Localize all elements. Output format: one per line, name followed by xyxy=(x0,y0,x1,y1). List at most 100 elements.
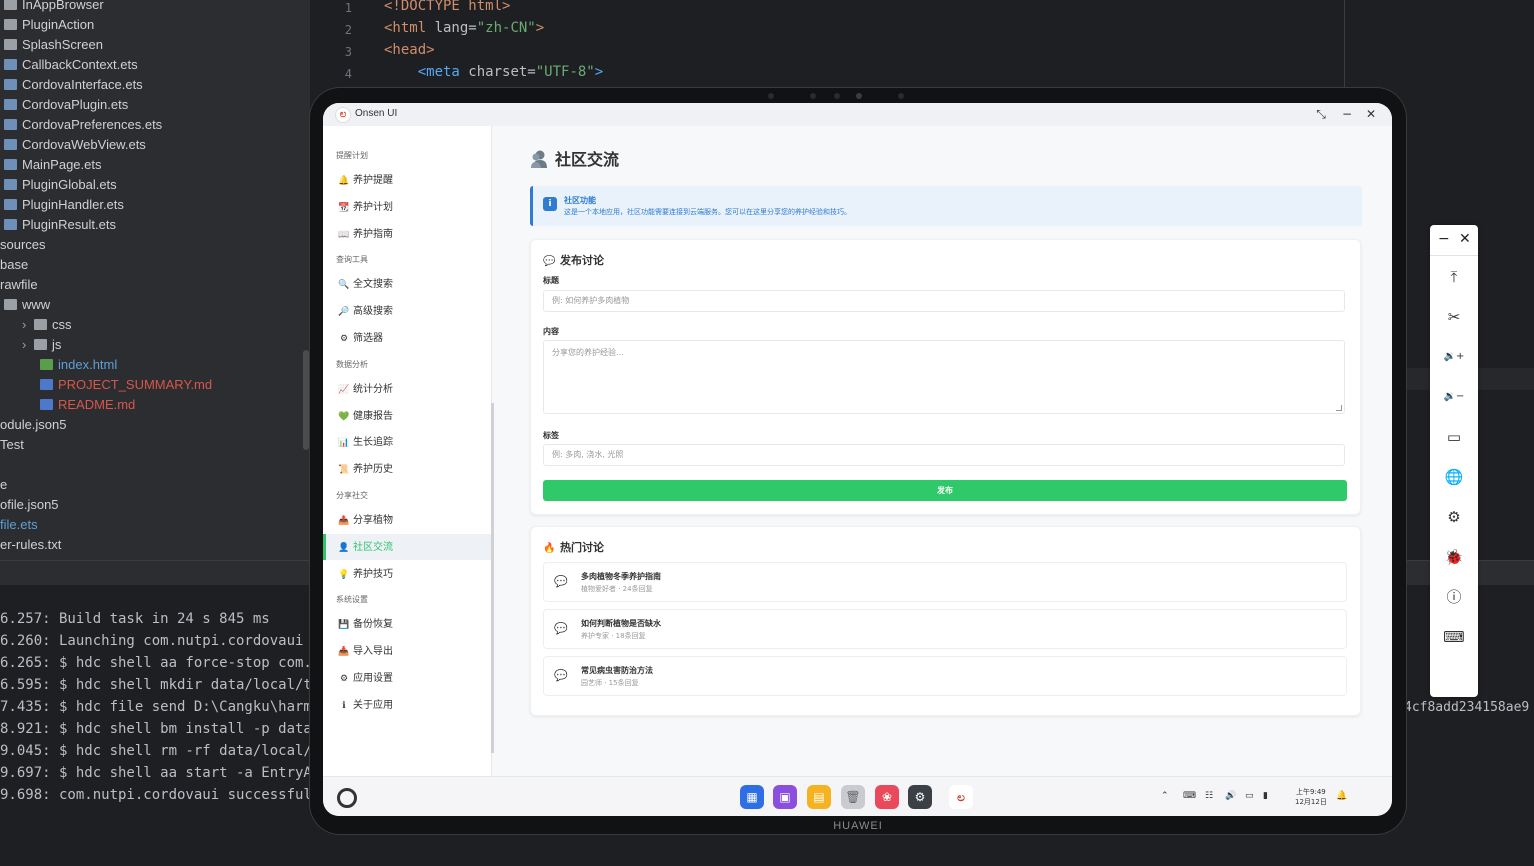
debug-icon[interactable]: 🐞 xyxy=(1442,545,1466,569)
tree-item[interactable]: CordovaWebView.ets xyxy=(4,135,146,155)
input-method-icon[interactable]: ⌨ xyxy=(1183,791,1196,801)
toolbar-close-button[interactable]: ✕ xyxy=(1459,231,1471,247)
sidebar-item[interactable]: 📊 生长追踪 xyxy=(323,429,491,455)
project-tree-scrollbar[interactable] xyxy=(303,350,309,450)
tree-item[interactable]: SplashScreen xyxy=(4,35,103,55)
notes-icon[interactable]: ▤ xyxy=(807,785,831,809)
discussion-item[interactable]: 💬 多肉植物冬季养护指南 植物爱好者 · 24条回复 xyxy=(543,562,1347,602)
tree-item[interactable]: sources xyxy=(0,235,46,255)
tree-item[interactable]: rawfile xyxy=(0,275,38,295)
publish-button[interactable]: 发布 xyxy=(543,480,1347,501)
code-line[interactable]: <!DOCTYPE html> xyxy=(384,0,510,14)
close-button[interactable]: ✕ xyxy=(1363,106,1379,122)
chevron-right-icon[interactable]: › xyxy=(22,335,34,355)
tree-item[interactable]: README.md xyxy=(40,395,135,415)
speech-bubble-icon: 💬 xyxy=(543,256,556,267)
display-icon[interactable]: ▭ xyxy=(1245,791,1254,801)
sidebar-item[interactable]: ℹ 关于应用 xyxy=(323,692,491,718)
sidebar-item[interactable]: 📥 导入导出 xyxy=(323,638,491,664)
sidebar-scrollbar[interactable] xyxy=(491,403,494,753)
tree-item[interactable]: www xyxy=(4,295,50,315)
info-banner: i 社区功能 这是一个本地应用，社区功能需要连接到云端服务。您可以在这里分享您的… xyxy=(530,186,1362,226)
tree-item[interactable]: odule.json5 xyxy=(0,415,67,435)
app-logo-icon: ಲ xyxy=(335,107,351,123)
textarea-resize-handle[interactable] xyxy=(1336,405,1342,411)
tree-item[interactable]: MainPage.ets xyxy=(4,155,102,175)
tree-item-label: CordovaPreferences.ets xyxy=(22,117,163,132)
onsen-app-icon[interactable]: ಲ xyxy=(949,785,973,809)
sidebar-item[interactable]: 💡 养护技巧 xyxy=(323,561,491,587)
tree-item[interactable]: e xyxy=(0,475,7,495)
minimize-button[interactable]: − xyxy=(1339,106,1355,122)
sidebar-item[interactable]: ⚙ 筛选器 xyxy=(323,325,491,351)
code-line[interactable]: <html lang="zh-CN"> xyxy=(384,20,544,36)
app-grid-icon[interactable]: ▦ xyxy=(740,785,764,809)
tree-item[interactable]: PROJECT_SUMMARY.md xyxy=(40,375,212,395)
volume-up-icon[interactable]: 🔉+ xyxy=(1442,345,1466,369)
tree-item[interactable]: CordovaPlugin.ets xyxy=(4,95,128,115)
tags-input[interactable]: 例: 多肉, 浇水, 光照 xyxy=(543,444,1345,466)
info-icon[interactable]: ⓘ xyxy=(1442,585,1466,609)
tree-item[interactable]: file.ets xyxy=(0,515,38,535)
sidebar-item[interactable]: 🔔 养护提醒 xyxy=(323,167,491,193)
sidebar-item[interactable]: 🔍 全文搜索 xyxy=(323,271,491,297)
tree-item[interactable]: CordovaPreferences.ets xyxy=(4,115,162,135)
volume-down-icon[interactable]: 🔉− xyxy=(1442,385,1466,409)
tree-item[interactable]: ofile.json5 xyxy=(0,495,59,515)
tree-item[interactable]: PluginHandler.ets xyxy=(4,195,124,215)
tree-item[interactable]: PluginGlobal.ets xyxy=(4,175,117,195)
tree-item[interactable]: base xyxy=(0,255,28,275)
power-icon[interactable]: ▭ xyxy=(1442,425,1466,449)
discussion-item[interactable]: 💬 如何判断植物是否缺水 养护专家 · 18条回复 xyxy=(543,609,1347,649)
tree-item[interactable]: InAppBrowser xyxy=(4,0,104,15)
scroll-to-top-icon[interactable]: ⤒ xyxy=(1442,265,1466,289)
gallery-icon[interactable]: ❀ xyxy=(875,785,899,809)
settings-icon[interactable]: ⚙ xyxy=(1442,505,1466,529)
start-button[interactable] xyxy=(337,788,357,808)
tree-item[interactable]: › css xyxy=(22,315,72,335)
tree-item[interactable]: er-rules.txt xyxy=(0,535,61,555)
volume-icon[interactable]: 🔊 xyxy=(1225,791,1236,801)
tree-item[interactable]: CallbackContext.ets xyxy=(4,55,138,75)
code-line[interactable]: <head> xyxy=(384,42,435,58)
code-line[interactable]: <meta charset="UTF-8"> xyxy=(384,64,603,80)
tree-item[interactable]: PluginResult.ets xyxy=(4,215,116,235)
tree-item[interactable]: › js xyxy=(22,335,61,355)
restore-button[interactable]: ⤡ xyxy=(1313,106,1329,122)
folder-icon xyxy=(4,299,17,310)
crop-icon[interactable]: ✂ xyxy=(1442,305,1466,329)
notification-bell-icon[interactable]: 🔔 xyxy=(1336,791,1347,801)
settings-icon[interactable]: ⚙ xyxy=(908,785,932,809)
clock[interactable]: 上午9:49 12月12日 xyxy=(1295,787,1327,807)
title-input[interactable]: 例: 如何养护多肉植物 xyxy=(543,290,1345,312)
chevron-up-icon[interactable]: ⌃ xyxy=(1161,791,1169,801)
tree-item[interactable]: index.html xyxy=(40,355,117,375)
trash-icon[interactable]: 🗑 xyxy=(841,785,865,809)
sidebar-item[interactable]: 👤 社区交流 xyxy=(323,533,494,560)
multitask-icon[interactable]: ▣ xyxy=(773,785,797,809)
console-line: 6.265: $ hdc shell aa force-stop com.nu xyxy=(0,655,329,671)
tree-item[interactable]: CordovaInterface.ets xyxy=(4,75,143,95)
toolbar-minimize-button[interactable]: − xyxy=(1438,231,1450,247)
sidebar-item[interactable]: 💾 备份恢复 xyxy=(323,611,491,637)
keyboard-icon[interactable]: ⌨ xyxy=(1442,625,1466,649)
sidebar-item[interactable]: 💚 健康报告 xyxy=(323,403,491,429)
clipboard-icon[interactable]: ☷ xyxy=(1205,791,1213,801)
globe-icon[interactable]: 🌐 xyxy=(1442,465,1466,489)
chevron-right-icon[interactable]: › xyxy=(22,315,34,335)
sidebar-item[interactable]: 📤 分享植物 xyxy=(323,507,491,533)
battery-icon[interactable]: ▮ xyxy=(1263,791,1268,801)
sidebar-section-title: 提醒计划 xyxy=(336,151,368,160)
folder-icon xyxy=(34,339,47,350)
sidebar-item[interactable]: 📆 养护计划 xyxy=(323,194,491,220)
sidebar-item[interactable]: 📈 统计分析 xyxy=(323,376,491,402)
sidebar-item[interactable]: ⚙ 应用设置 xyxy=(323,665,491,691)
tree-item[interactable]: Test xyxy=(0,435,24,455)
content-textarea[interactable]: 分享您的养护经验... xyxy=(543,340,1345,414)
sidebar-item[interactable]: 🔎 高级搜索 xyxy=(323,298,491,324)
discussion-meta: 养护专家 · 18条回复 xyxy=(581,632,646,640)
sidebar-item[interactable]: 📜 养护历史 xyxy=(323,456,491,482)
tree-item[interactable]: PluginAction xyxy=(4,15,94,35)
discussion-item[interactable]: 💬 常见病虫害防治方法 园艺师 · 15条回复 xyxy=(543,656,1347,696)
sidebar-item[interactable]: 📖 养护指南 xyxy=(323,221,491,247)
